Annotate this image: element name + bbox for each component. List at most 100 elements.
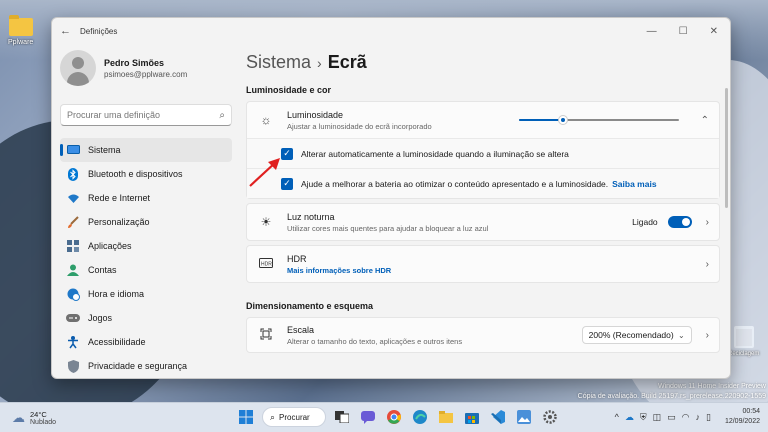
- sidebar-item-gaming[interactable]: Jogos: [60, 306, 232, 330]
- breadcrumb: Sistema › Ecrã: [246, 52, 720, 73]
- sidebar-item-label: Rede e Internet: [88, 193, 151, 203]
- svg-text:HDR: HDR: [261, 262, 272, 268]
- edge-icon[interactable]: [410, 407, 430, 427]
- desktop-icon-pplware[interactable]: Pplware: [8, 15, 34, 46]
- breadcrumb-separator: ›: [317, 55, 322, 71]
- learn-more-link[interactable]: Saiba mais: [612, 179, 656, 189]
- clock-date: 12/09/2022: [724, 418, 760, 425]
- page-title: Ecrã: [327, 52, 367, 72]
- brightness-slider[interactable]: [518, 115, 679, 125]
- battery-optimization-label: Ajude a melhorar a bateria ao otimizar o…: [301, 178, 609, 189]
- minimize-button[interactable]: —: [647, 26, 657, 37]
- onedrive-icon[interactable]: ☁: [625, 412, 634, 423]
- nav-list: Sistema Bluetooth e dispositivos Rede e …: [60, 138, 232, 378]
- taskbar-apps: ⌕ Procurar: [236, 407, 560, 427]
- clock-time: 00:54: [742, 408, 760, 415]
- chat-icon[interactable]: [358, 407, 378, 427]
- night-light-state: Ligado: [632, 217, 658, 227]
- wifi-icon: [66, 191, 80, 205]
- slider-thumb[interactable]: [558, 115, 569, 125]
- sidebar-item-apps[interactable]: Aplicações: [60, 234, 232, 258]
- hdr-card[interactable]: HDR HDR Mais informações sobre HDR ›: [246, 245, 720, 283]
- weather-condition: Nublado: [30, 418, 57, 426]
- search-input[interactable]: Procurar uma definição ⌕: [60, 104, 232, 126]
- sidebar-item-accounts[interactable]: Contas: [60, 258, 232, 282]
- desktop-icon-label: Pplware: [8, 39, 34, 46]
- auto-brightness-label: Alterar automaticamente a luminosidade q…: [301, 148, 569, 159]
- battery-icon[interactable]: ▭: [667, 412, 676, 423]
- sidebar-item-label: Privacidade e segurança: [88, 361, 188, 371]
- weather-widget[interactable]: ☁ 24°C Nublado: [12, 410, 56, 426]
- sidebar-item-label: Contas: [88, 265, 117, 275]
- watermark-line: Windows 11 Home Insider Preview: [657, 383, 766, 390]
- bluetooth-icon: [66, 167, 80, 181]
- chevron-up-icon[interactable]: ^: [615, 412, 619, 422]
- title-bar[interactable]: ← Definições — ☐ ✕: [52, 18, 730, 44]
- scrollbar[interactable]: [725, 88, 728, 208]
- search-icon: ⌕: [219, 109, 225, 121]
- content-pane: Sistema › Ecrã Luminosidade e cor ☼ Lumino…: [246, 44, 720, 378]
- back-arrow-icon[interactable]: ←: [60, 25, 74, 37]
- sidebar-item-accessibility[interactable]: Acessibilidade: [60, 330, 232, 354]
- sidebar-item-bluetooth[interactable]: Bluetooth e dispositivos: [60, 162, 232, 186]
- person-icon: [66, 263, 80, 277]
- gamepad-icon: [66, 311, 80, 325]
- insider-watermark: Windows 11 Home Insider Preview Cópia de…: [578, 382, 766, 402]
- settings-window: ← Definições — ☐ ✕ Pedro Simões psimoes@…: [51, 17, 731, 379]
- desktop-icon-recycle-bin[interactable]: Reciclagem: [728, 326, 759, 357]
- auto-brightness-row[interactable]: ✓ Alterar automaticamente a luminosidade…: [247, 138, 719, 168]
- sun-icon: ☼: [260, 113, 272, 127]
- user-profile[interactable]: Pedro Simões psimoes@pplware.com: [60, 50, 232, 86]
- chrome-icon[interactable]: [384, 407, 404, 427]
- chevron-up-icon[interactable]: ⌃: [701, 115, 709, 126]
- chevron-right-icon[interactable]: ›: [706, 259, 709, 270]
- apps-icon: [66, 239, 80, 253]
- wifi-icon[interactable]: ◠: [682, 412, 690, 423]
- volume-icon[interactable]: ♪: [696, 412, 701, 422]
- sidebar-item-network[interactable]: Rede e Internet: [60, 186, 232, 210]
- scale-title: Escala: [287, 324, 315, 335]
- annotation-arrow: [249, 158, 280, 187]
- sidebar-item-label: Personalização: [88, 217, 150, 227]
- slider-fill: [518, 119, 564, 121]
- night-light-toggle[interactable]: [667, 216, 692, 228]
- watermark-line: Cópia de avaliação. Build 25197.rs_prere…: [577, 393, 766, 400]
- store-icon[interactable]: [462, 407, 482, 427]
- battery-optimization-row[interactable]: ✓ Ajude a melhorar a bateria ao otimizar…: [247, 168, 719, 198]
- photos-icon[interactable]: [514, 407, 534, 427]
- settings-gear-icon[interactable]: [540, 407, 560, 427]
- hdr-info-link[interactable]: Mais informações sobre HDR: [287, 266, 391, 275]
- accessibility-icon: [66, 335, 80, 349]
- breadcrumb-parent[interactable]: Sistema: [246, 52, 311, 72]
- night-light-card[interactable]: ☀ Luz noturna Utilizar cores mais quente…: [246, 203, 720, 241]
- battery-status-icon[interactable]: ▯: [706, 412, 711, 423]
- hdr-icon: HDR: [257, 257, 275, 271]
- scale-dropdown-value: 200% (Recomendado): [588, 330, 674, 340]
- folder-icon: [8, 15, 33, 36]
- close-button[interactable]: ✕: [710, 26, 718, 37]
- scale-icon: [257, 328, 275, 343]
- security-icon[interactable]: ⛨: [640, 412, 647, 423]
- sidebar-item-personalization[interactable]: Personalização: [60, 210, 232, 234]
- sidebar-item-sistema[interactable]: Sistema: [60, 138, 232, 162]
- scale-dropdown[interactable]: 200% (Recomendado) ⌄: [581, 326, 692, 344]
- brightness-card: ☼ Luminosidade Ajustar a luminosidade do…: [246, 101, 720, 199]
- brightness-row[interactable]: ☼ Luminosidade Ajustar a luminosidade do…: [247, 102, 719, 138]
- explorer-icon[interactable]: [436, 407, 456, 427]
- chevron-right-icon[interactable]: ›: [706, 217, 709, 228]
- vscode-icon[interactable]: [488, 407, 508, 427]
- language-icon[interactable]: ◫: [653, 412, 662, 423]
- profile-email: psimoes@pplware.com: [104, 69, 188, 79]
- section-title: Luminosidade e cor: [246, 85, 332, 95]
- sidebar-item-privacy[interactable]: Privacidade e segurança: [60, 354, 232, 378]
- maximize-button[interactable]: ☐: [679, 26, 688, 37]
- task-view-icon[interactable]: [332, 407, 352, 427]
- start-button[interactable]: [236, 407, 256, 427]
- clock[interactable]: 00:54 12/09/2022: [725, 407, 760, 427]
- chevron-right-icon[interactable]: ›: [706, 330, 709, 341]
- scale-card[interactable]: Escala Alterar o tamanho do texto, aplic…: [246, 317, 720, 353]
- sidebar-item-time-language[interactable]: Hora e idioma: [60, 282, 232, 306]
- sidebar-item-label: Aplicações: [88, 241, 132, 251]
- taskbar-search[interactable]: ⌕ Procurar: [262, 407, 326, 427]
- sidebar-item-label: Hora e idioma: [88, 289, 145, 299]
